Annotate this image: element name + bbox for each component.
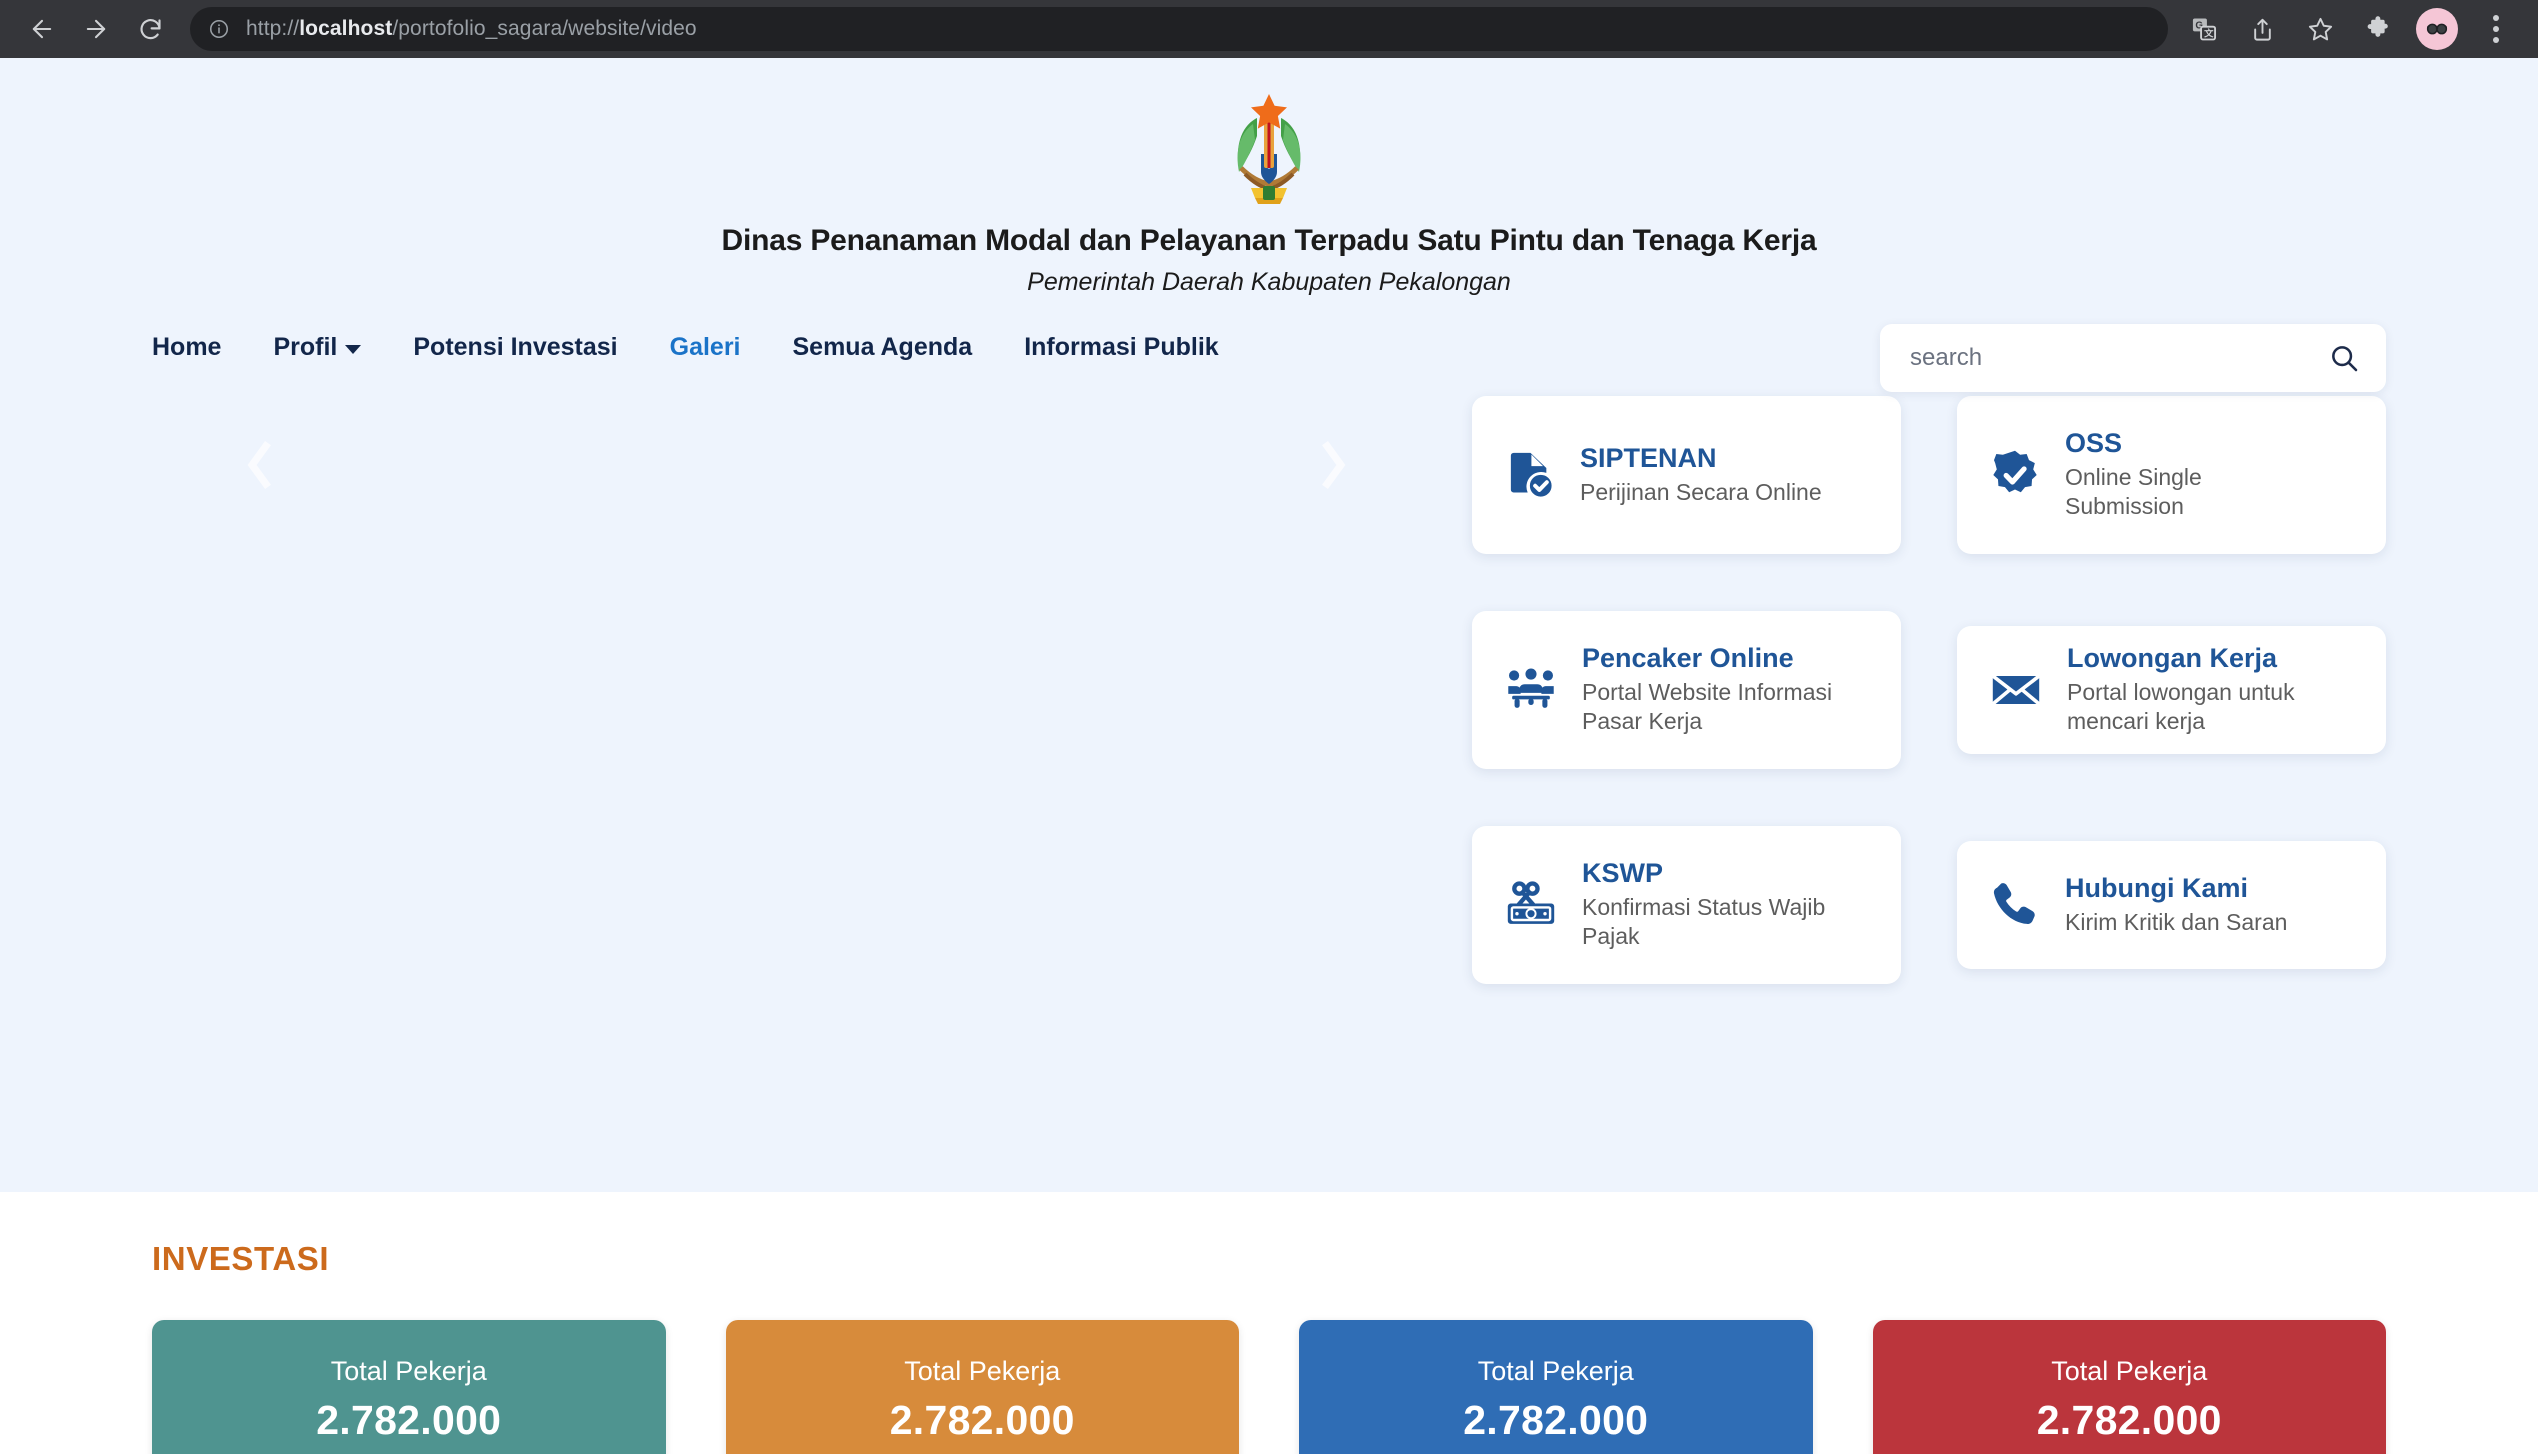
document-check-icon xyxy=(1502,447,1558,503)
service-title: KSWP xyxy=(1582,858,1663,889)
service-desc: Portal Website Informasi Pasar Kerja xyxy=(1582,678,1833,735)
stat-card[interactable]: Total Pekerja 2.782.000 xyxy=(1872,1320,2386,1454)
stat-value: 2.782.000 xyxy=(889,1397,1075,1443)
back-arrow-icon xyxy=(28,15,56,43)
phone-icon xyxy=(1987,877,2043,933)
kabupaten-pekalongan-crest-icon xyxy=(0,88,2538,210)
bookmark-star-icon[interactable] xyxy=(2300,9,2340,49)
badge-check-icon xyxy=(1987,447,2043,503)
forward-arrow-icon xyxy=(82,15,110,43)
profile-avatar-icon[interactable] xyxy=(2416,8,2458,50)
service-card-pencaker-online[interactable]: Pencaker Online Portal Website Informasi… xyxy=(1472,611,1901,769)
more-menu-icon[interactable] xyxy=(2476,9,2516,49)
reload-icon xyxy=(137,16,164,43)
investasi-section: INVESTASI Total Pekerja 2.782.000 Total … xyxy=(0,1192,2538,1454)
stat-label: Total Pekerja xyxy=(2051,1356,2208,1386)
svg-text:文: 文 xyxy=(2203,28,2214,39)
people-group-icon xyxy=(1502,661,1560,719)
stat-card[interactable]: Total Pekerja 2.782.000 xyxy=(152,1320,666,1454)
stat-value: 2.782.000 xyxy=(1463,1397,1649,1443)
back-button[interactable] xyxy=(18,5,66,53)
chevron-left-icon[interactable] xyxy=(237,434,281,501)
service-links-grid: SIPTENAN Perijinan Secara Online OSS Onl… xyxy=(1472,396,2386,1086)
url-text: http://localhost/portofolio_sagara/websi… xyxy=(246,17,697,40)
service-card-hubungi-kami[interactable]: Hubungi Kami Kirim Kritik dan Saran xyxy=(1957,841,2386,969)
service-card-kswp[interactable]: KSWP Konfirmasi Status Wajib Pajak xyxy=(1472,826,1901,984)
nav-item-label: Home xyxy=(152,333,222,361)
service-title: Hubungi Kami xyxy=(2065,872,2248,903)
stat-card[interactable]: Total Pekerja 2.782.000 xyxy=(1299,1320,1813,1454)
nav-item-potensi-investasi[interactable]: Potensi Investasi xyxy=(413,333,617,362)
reload-button[interactable] xyxy=(126,5,174,53)
site-branding: Dinas Penanaman Modal dan Pelayanan Terp… xyxy=(0,58,2538,297)
service-desc: Online Single Submission xyxy=(2065,463,2202,520)
money-scissors-icon xyxy=(1502,876,1560,934)
nav-item-informasi-publik[interactable]: Informasi Publik xyxy=(1024,333,1218,362)
nav-item-label: Potensi Investasi xyxy=(413,333,618,361)
page-title: Dinas Penanaman Modal dan Pelayanan Terp… xyxy=(721,224,1817,257)
address-bar[interactable]: http://localhost/portofolio_sagara/websi… xyxy=(190,7,2168,51)
stat-value: 2.782.000 xyxy=(2036,1397,2222,1443)
nav-item-label: Semua Agenda xyxy=(792,333,973,361)
hero-body: SIPTENAN Perijinan Secara Online OSS Onl… xyxy=(0,396,2538,1086)
service-title: OSS xyxy=(2065,428,2123,459)
nav-menu: Home Profil Potensi Investasi Galeri Sem… xyxy=(152,333,1219,362)
nav-item-profil[interactable]: Profil xyxy=(273,333,362,362)
service-desc: Kirim Kritik dan Saran xyxy=(2065,908,2288,935)
section-title-investasi: INVESTASI xyxy=(152,1240,330,1277)
service-desc: Konfirmasi Status Wajib Pajak xyxy=(1582,893,1826,950)
page-content: Dinas Penanaman Modal dan Pelayanan Terp… xyxy=(0,58,2538,1454)
browser-action-icons: G 文 xyxy=(2184,8,2520,50)
stat-label: Total Pekerja xyxy=(1477,1356,1634,1386)
service-title: Pencaker Online xyxy=(1582,643,1794,674)
forward-button[interactable] xyxy=(72,5,120,53)
chevron-down-icon xyxy=(345,345,362,354)
service-desc: Perijinan Secara Online xyxy=(1580,478,1822,505)
stat-label: Total Pekerja xyxy=(904,1356,1061,1386)
info-circle-icon[interactable] xyxy=(206,16,232,42)
extensions-puzzle-icon[interactable] xyxy=(2358,9,2398,49)
nav-item-semua-agenda[interactable]: Semua Agenda xyxy=(793,333,973,362)
page-subtitle: Pemerintah Daerah Kabupaten Pekalongan xyxy=(1027,268,1511,296)
share-icon[interactable] xyxy=(2242,9,2282,49)
stat-card[interactable]: Total Pekerja 2.782.000 xyxy=(725,1320,1239,1454)
hero-section: Dinas Penanaman Modal dan Pelayanan Terp… xyxy=(0,58,2538,1192)
nav-item-label: Informasi Publik xyxy=(1024,333,1219,361)
service-title: SIPTENAN xyxy=(1580,442,1717,473)
video-carousel[interactable] xyxy=(152,396,1472,1086)
investasi-stat-cards: Total Pekerja 2.782.000 Total Pekerja 2.… xyxy=(152,1320,2386,1454)
nav-item-home[interactable]: Home xyxy=(152,333,221,362)
search-icon[interactable] xyxy=(2328,342,2360,374)
search-bar[interactable] xyxy=(1880,324,2386,392)
main-navigation: Home Profil Potensi Investasi Galeri Sem… xyxy=(0,324,2538,392)
service-desc: Portal lowongan untuk mencari kerja xyxy=(2067,678,2295,735)
browser-toolbar: http://localhost/portofolio_sagara/websi… xyxy=(0,0,2538,58)
service-card-siptenan[interactable]: SIPTENAN Perijinan Secara Online xyxy=(1472,396,1901,554)
nav-item-galeri[interactable]: Galeri xyxy=(670,333,741,362)
search-input[interactable] xyxy=(1910,344,2328,372)
service-card-lowongan-kerja[interactable]: Lowongan Kerja Portal lowongan untuk men… xyxy=(1957,626,2386,754)
nav-item-label: Profil xyxy=(273,333,338,361)
stat-value: 2.782.000 xyxy=(316,1397,502,1443)
translate-icon[interactable]: G 文 xyxy=(2184,9,2224,49)
envelope-icon xyxy=(1987,661,2045,719)
service-title: Lowongan Kerja xyxy=(2067,643,2278,674)
nav-item-label: Galeri xyxy=(669,333,741,361)
service-card-oss[interactable]: OSS Online Single Submission xyxy=(1957,396,2386,554)
chevron-right-icon[interactable] xyxy=(1312,434,1356,501)
stat-label: Total Pekerja xyxy=(330,1356,487,1386)
